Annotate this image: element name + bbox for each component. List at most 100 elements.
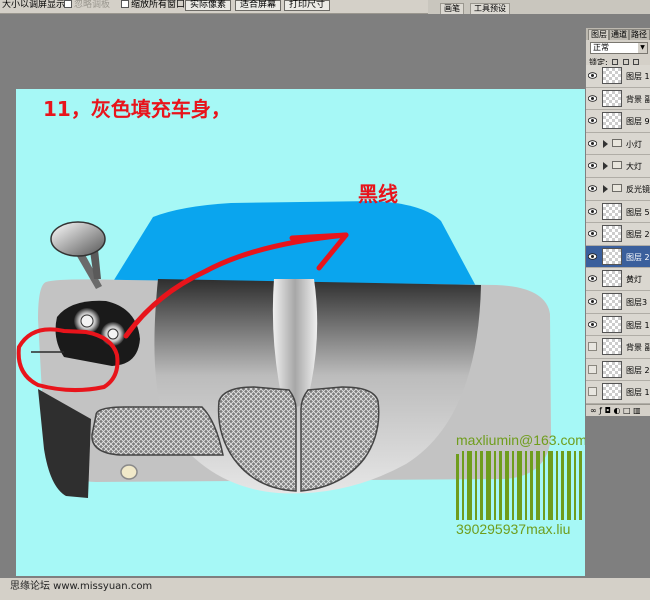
layer-thumbnail <box>602 360 622 378</box>
brushes-tab[interactable]: 画笔 <box>440 3 464 14</box>
layers-panel-tabs: 图层 通道 路径 <box>586 28 650 40</box>
step-caption: 11，灰色填充车身， <box>43 97 231 121</box>
expand-arrow-icon[interactable] <box>603 162 608 171</box>
layer-group-row[interactable]: 大灯 <box>586 155 650 178</box>
tab-layers[interactable]: 图层 <box>588 29 610 40</box>
layer-name: 图层 10 <box>626 320 650 330</box>
eye-icon[interactable] <box>588 230 597 237</box>
blend-mode-select[interactable]: 正常 ▼ <box>590 42 648 54</box>
eye-icon[interactable] <box>588 162 597 170</box>
eye-icon[interactable] <box>588 94 597 102</box>
layer-name: 图层 22 <box>626 252 650 262</box>
actual-pixels-button[interactable]: 实际像素 <box>185 0 232 11</box>
adjustment-icon[interactable]: ◐ <box>613 406 620 415</box>
eye-icon[interactable] <box>588 72 597 79</box>
layer-row[interactable]: 图层 22 <box>586 245 650 269</box>
palette-well: 画笔 工具预设 <box>428 0 650 14</box>
layer-row[interactable]: 图层 5 <box>586 200 650 224</box>
zoom-all-label: 缩放所有窗口 <box>131 0 186 10</box>
options-bar: 大小以调屏显示 忽略调板 缩放所有窗口 实际像素 适合屏幕 打印尺寸 画笔 工具… <box>0 0 650 14</box>
zoom-all-checkbox[interactable] <box>121 0 129 8</box>
layer-row[interactable]: 图层3 <box>586 290 650 314</box>
watermark-serial: 390295937max.liu <box>456 521 571 537</box>
layer-thumbnail <box>602 67 622 84</box>
layer-thumbnail <box>602 292 622 310</box>
eye-icon[interactable] <box>588 117 597 124</box>
layers-footer: ∞ ƒ ◘ ◐ □ ▥ <box>586 404 650 416</box>
layer-thumbnail <box>602 89 622 107</box>
layer-name: 图层3 <box>626 297 648 307</box>
ignore-palettes-checkbox[interactable] <box>64 0 72 8</box>
resize-windows-option[interactable]: 大小以调屏显示 <box>2 0 65 11</box>
eye-icon[interactable] <box>588 140 597 147</box>
layer-name: 图层 21 <box>626 230 650 240</box>
layer-row[interactable]: 图层 1 <box>586 381 650 404</box>
layer-group-row[interactable]: 小灯 <box>586 132 650 156</box>
layer-name: 大灯 <box>626 162 642 172</box>
layer-name: 背景 副 <box>626 94 650 104</box>
mask-icon[interactable]: ◘ <box>605 406 611 415</box>
eye-icon[interactable] <box>588 275 597 283</box>
tab-paths[interactable]: 路径 <box>628 29 650 40</box>
layer-thumbnail <box>602 225 622 243</box>
layer-name: 黄灯 <box>626 275 642 285</box>
layer-row[interactable]: 图层 2 <box>586 358 650 382</box>
layers-panel: 图层 通道 路径 正常 ▼ 锁定: 图层 1 背景 副图层 9 小灯 大灯 反光镜 图层 … <box>585 28 650 416</box>
mirror-head <box>50 221 106 257</box>
layer-row[interactable]: 黄灯 <box>586 268 650 291</box>
layer-thumbnail <box>602 315 622 333</box>
eye-icon[interactable] <box>588 253 597 260</box>
tool-presets-tab[interactable]: 工具预设 <box>470 3 510 14</box>
layer-name: 图层 1 <box>626 72 650 81</box>
zoom-all-option[interactable]: 缩放所有窗口 <box>121 0 185 11</box>
blend-mode-value: 正常 <box>593 43 609 52</box>
chevron-down-icon[interactable]: ▼ <box>638 43 647 53</box>
car-illustration <box>16 201 582 520</box>
layer-row[interactable]: 背景 副 <box>586 87 650 111</box>
eye-icon[interactable] <box>588 298 597 305</box>
folder-icon <box>612 138 622 147</box>
headlight-small-inner <box>107 328 119 340</box>
expand-arrow-icon[interactable] <box>603 184 608 193</box>
visibility-toggle[interactable] <box>588 364 597 374</box>
layer-row[interactable]: 图层 9 <box>586 110 650 133</box>
layer-name: 图层 9 <box>626 117 650 127</box>
side-grille <box>91 406 224 456</box>
fit-screen-button[interactable]: 适合屏幕 <box>235 0 282 11</box>
expand-arrow-icon[interactable] <box>603 139 608 148</box>
link-icon[interactable]: ∞ <box>590 406 597 415</box>
eye-icon[interactable] <box>588 185 597 192</box>
visibility-toggle[interactable] <box>588 342 597 352</box>
ignore-palettes-label: 忽略调板 <box>74 0 111 10</box>
layer-row[interactable]: 图层 21 <box>586 223 650 246</box>
ignore-palettes-option[interactable]: 忽略调板 <box>64 0 110 11</box>
windshield <box>114 201 478 290</box>
layer-name: 小灯 <box>626 139 642 149</box>
layer-name: 图层 2 <box>626 365 650 375</box>
layer-thumbnail <box>602 202 622 220</box>
layer-row[interactable]: 背景 副 <box>586 336 650 359</box>
trash-icon[interactable]: ▥ <box>633 406 641 415</box>
layer-row[interactable]: 图层 10 <box>586 313 650 337</box>
eye-icon[interactable] <box>588 320 597 328</box>
layer-thumbnail <box>602 112 622 130</box>
eye-icon[interactable] <box>588 207 597 215</box>
layer-thumbnail <box>602 270 622 288</box>
layer-name: 反光镜 <box>626 184 650 194</box>
watermark-email: maxliumin@163.com <box>456 432 585 448</box>
print-size-button[interactable]: 打印尺寸 <box>284 0 331 11</box>
layer-thumbnail <box>602 247 622 265</box>
tab-channels[interactable]: 通道 <box>608 29 630 40</box>
folder-icon <box>612 183 622 192</box>
fx-icon[interactable]: ƒ <box>599 406 602 415</box>
site-watermark-footer: 思缘论坛 www.missyuan.com <box>0 578 650 600</box>
layer-name: 图层 1 <box>626 388 650 398</box>
layer-thumbnail <box>602 338 622 356</box>
new-layer-icon[interactable]: □ <box>623 406 631 415</box>
layer-row[interactable]: 图层 1 <box>586 65 650 88</box>
layer-list: 图层 1背景 副图层 9小灯大灯反光镜图层 5图层 21图层 22黄灯图层3图层… <box>586 65 650 404</box>
document-canvas[interactable]: 11，灰色填充车身， 黑线 maxliumin@163.com 39029593… <box>16 89 585 576</box>
fog-light <box>120 464 138 480</box>
visibility-toggle[interactable] <box>588 387 597 397</box>
layer-group-row[interactable]: 反光镜 <box>586 177 650 201</box>
